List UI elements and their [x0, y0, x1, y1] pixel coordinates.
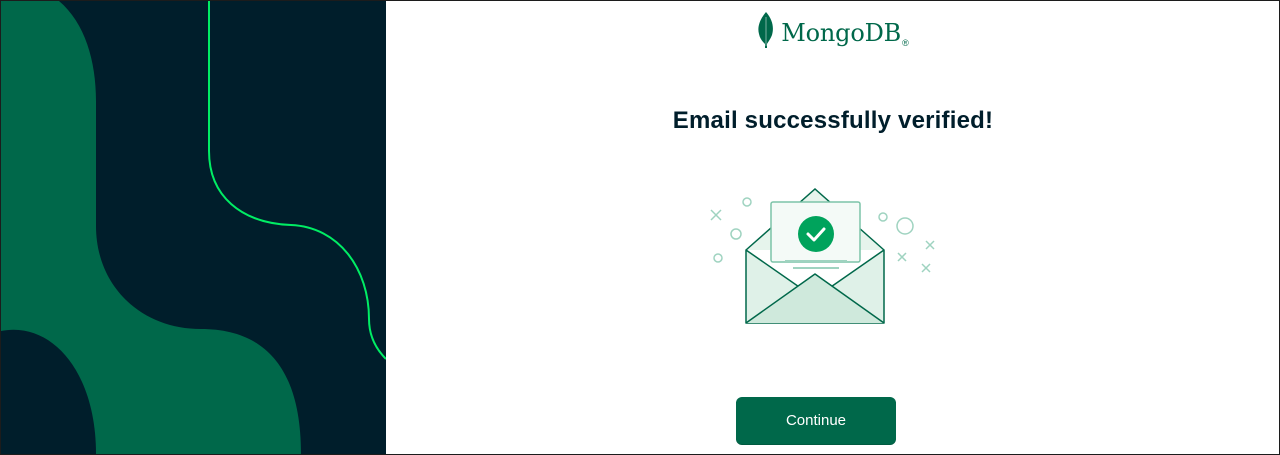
registered-mark: ®: [902, 38, 909, 48]
decorative-shapes: [1, 1, 386, 454]
leaf-icon: [757, 11, 775, 54]
envelope-check-icon: [705, 186, 945, 328]
page-title: Email successfully verified!: [672, 107, 994, 134]
content-pane: MongoDB ® Email successfully verified! C…: [387, 1, 1279, 454]
continue-button[interactable]: Continue: [736, 397, 896, 444]
decorative-art-panel: [1, 1, 386, 454]
brand-name: MongoDB: [781, 18, 902, 47]
page-frame: MongoDB ® Email successfully verified! C…: [0, 0, 1280, 455]
brand-logo[interactable]: MongoDB ®: [387, 11, 1279, 54]
